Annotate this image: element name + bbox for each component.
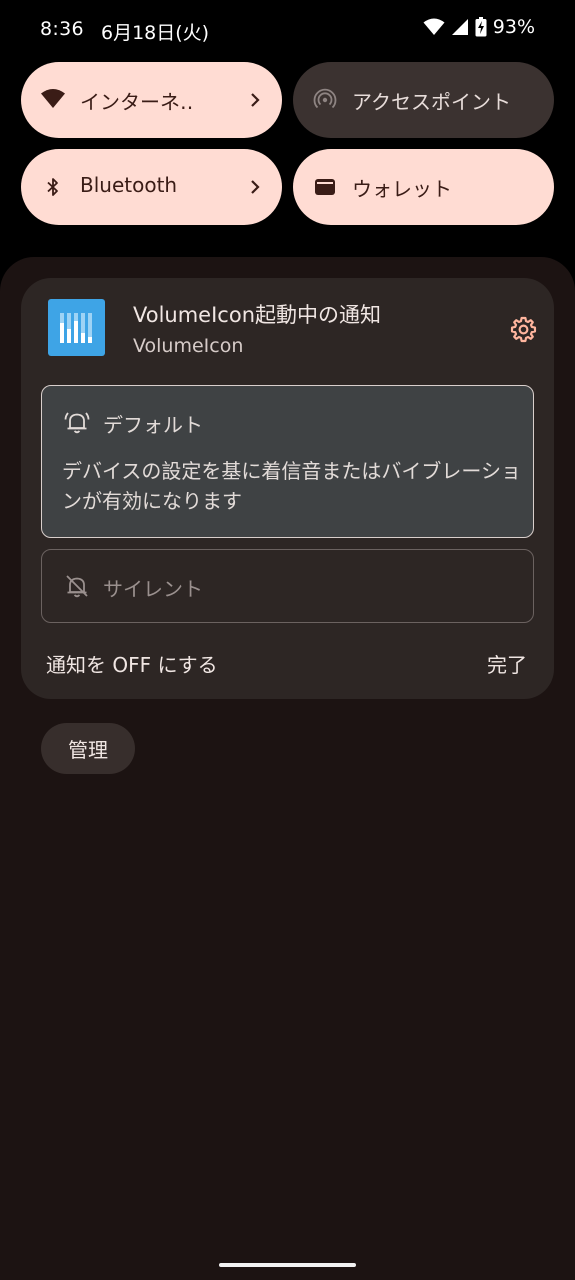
tile-internet[interactable]: インターネ‥	[21, 62, 282, 138]
cell-signal-icon	[451, 18, 469, 36]
tile-internet-label: インターネ‥	[80, 90, 194, 114]
tile-wallet[interactable]: ウォレット	[293, 149, 554, 225]
wallet-icon	[313, 175, 337, 199]
wifi-status-icon	[423, 18, 445, 36]
battery-percent: 93%	[492, 16, 535, 38]
status-time: 8:36	[40, 18, 84, 40]
status-bar: 8:36 6月18日(火) 93%	[0, 0, 575, 60]
tile-hotspot[interactable]: アクセスポイント	[293, 62, 554, 138]
status-date: 6月18日(火)	[101, 22, 210, 44]
app-icon	[48, 299, 105, 356]
bell-off-icon	[63, 572, 91, 600]
hotspot-icon	[313, 88, 337, 112]
wifi-icon	[41, 88, 65, 112]
bell-icon	[63, 408, 91, 436]
option-default-label: デフォルト	[103, 413, 203, 437]
notification-title: VolumeIcon起動中の通知	[133, 303, 382, 327]
gear-icon[interactable]	[509, 315, 538, 344]
tile-bluetooth-label: Bluetooth	[80, 173, 178, 197]
option-silent-label: サイレント	[103, 577, 203, 601]
battery-charging-icon	[475, 17, 487, 37]
manage-button[interactable]: 管理	[41, 723, 135, 774]
chevron-right-icon	[248, 90, 262, 110]
option-default-description: デバイスの設定を基に着信音またはバイブレーションが有効になります	[62, 459, 521, 513]
tile-hotspot-label: アクセスポイント	[352, 90, 511, 114]
chevron-right-icon	[248, 177, 262, 197]
tile-wallet-label: ウォレット	[352, 177, 452, 201]
gesture-navigation-bar[interactable]	[219, 1263, 356, 1267]
turn-off-notifications-button[interactable]: 通知を OFF にする	[46, 649, 218, 678]
status-icons: 93%	[423, 16, 535, 38]
notification-app-name: VolumeIcon	[133, 335, 244, 357]
bluetooth-icon	[41, 175, 65, 199]
done-button[interactable]: 完了	[487, 649, 527, 678]
tile-bluetooth[interactable]: Bluetooth	[21, 149, 282, 225]
